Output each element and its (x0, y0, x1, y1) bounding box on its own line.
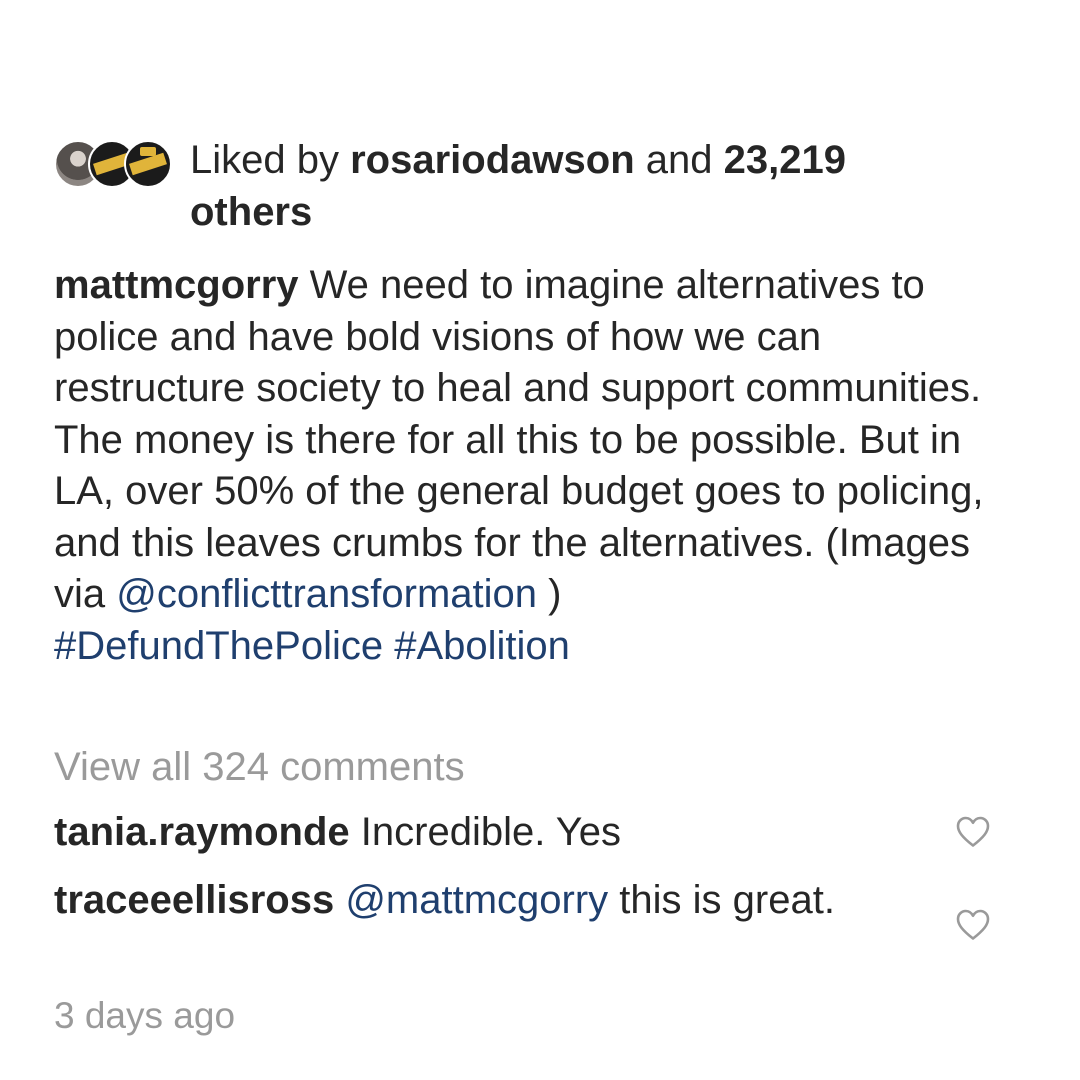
like-count[interactable]: 23,219 (724, 138, 846, 182)
liker-avatars[interactable] (54, 140, 174, 190)
hashtag-link[interactable]: #DefundThePolice (54, 624, 383, 668)
avatar-badge (129, 152, 167, 176)
comment-text: this is great. (608, 878, 835, 922)
caption-username[interactable]: mattmcgorry (54, 263, 299, 307)
liked-by-row[interactable]: Liked by rosariodawson and 23,219 others (54, 138, 1014, 238)
liked-by-prefix: Liked by (190, 138, 351, 182)
caption-mention-link[interactable]: @conflicttransformation (116, 572, 537, 616)
comment: traceeellisross @mattmcgorry this is gre… (54, 874, 914, 926)
post-timestamp: 3 days ago (54, 995, 236, 1036)
liker-username[interactable]: rosariodawson (350, 138, 635, 182)
likes-others[interactable]: others (190, 190, 312, 234)
comment: tania.raymonde Incredible. Yes (54, 806, 914, 858)
heart-outline-icon[interactable] (956, 909, 990, 941)
caption-text-end: ) (537, 572, 562, 616)
view-all-comments-link[interactable]: View all 324 comments (54, 741, 465, 793)
comment-username[interactable]: traceeellisross (54, 878, 334, 922)
caption-text: We need to imagine alternatives to polic… (54, 263, 984, 616)
liked-by-middle: and (634, 138, 724, 182)
comment-text: Incredible. Yes (349, 810, 621, 854)
comment-username[interactable]: tania.raymonde (54, 810, 350, 854)
comment-mention-link[interactable]: @mattmcgorry (345, 878, 608, 922)
hashtag-link[interactable]: #Abolition (394, 624, 570, 668)
avatar (124, 140, 172, 188)
heart-outline-icon[interactable] (956, 816, 990, 848)
post-caption: mattmcgorry We need to imagine alternati… (54, 260, 1014, 672)
liked-by-text: Liked by rosariodawson and 23,219 others (190, 134, 846, 238)
